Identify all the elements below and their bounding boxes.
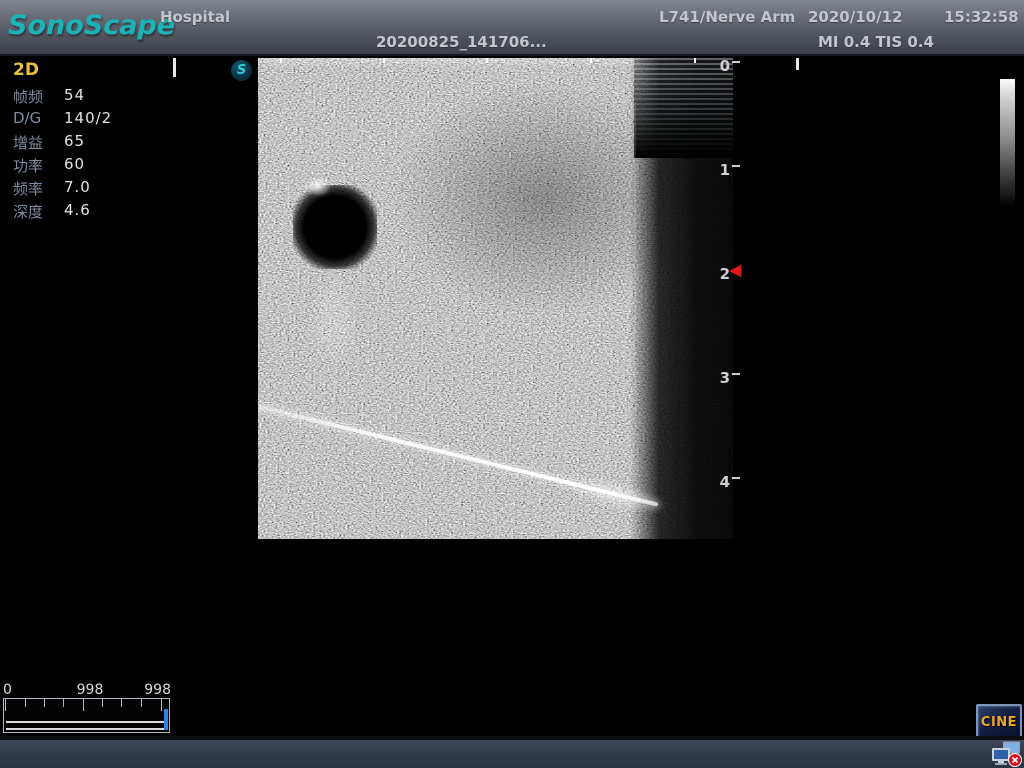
ultrasound-image <box>258 58 733 539</box>
posterior-enhancement <box>308 268 360 373</box>
param-value: 60 <box>64 155 85 173</box>
sonoscape-s-icon: S <box>231 60 252 81</box>
grayscale-bar <box>1000 79 1015 207</box>
depth-label-1: 1 <box>706 161 730 179</box>
exam-date: 2020/10/12 <box>808 8 902 26</box>
scrub-tick <box>25 699 26 707</box>
marker-tick-right <box>796 58 799 70</box>
param-value: 140/2 <box>64 109 112 127</box>
probe-preset: L741/Nerve Arm <box>659 8 795 26</box>
depth-label-3: 3 <box>706 369 730 387</box>
cine-total-frames: 998 <box>137 682 171 698</box>
scrub-tick <box>83 699 84 711</box>
depth-label-4: 4 <box>706 473 730 491</box>
depth-label-2: 2 <box>706 265 730 283</box>
sonoscape-logo: SonoScape <box>8 10 175 41</box>
cine-scrubber-track[interactable] <box>3 698 170 733</box>
param-row-gain: 增益 65 <box>13 132 183 154</box>
param-value: 4.6 <box>64 201 91 219</box>
param-row-dynamic-range: D/G 140/2 <box>13 109 183 131</box>
anechoic-vessel <box>293 185 377 269</box>
param-value: 7.0 <box>64 178 91 196</box>
scrub-tick <box>161 699 162 711</box>
param-label: 增益 <box>13 132 43 153</box>
cine-button[interactable]: CINE <box>976 704 1022 740</box>
focus-marker-icon <box>729 265 741 277</box>
vessel-wall-echo <box>304 176 332 197</box>
hospital-name: Hospital <box>160 8 230 26</box>
status-bar <box>0 740 1024 768</box>
depth-tick <box>732 477 740 479</box>
scale-tick <box>383 58 385 63</box>
param-row-power: 功率 60 <box>13 155 183 177</box>
param-label: 深度 <box>13 201 43 222</box>
scale-tick <box>590 58 592 63</box>
near-field-band <box>258 58 638 68</box>
exam-time: 15:32:58 <box>944 8 1019 26</box>
scrub-tick <box>63 699 64 707</box>
depth-tick <box>732 373 740 375</box>
cine-start-frame: 0 <box>3 682 12 698</box>
scrub-tick <box>121 699 122 707</box>
param-label: 功率 <box>13 155 43 176</box>
scale-tick <box>694 58 696 63</box>
param-value: 54 <box>64 86 85 104</box>
mode-label-2d: 2D <box>13 60 39 80</box>
param-row-depth: 深度 4.6 <box>13 201 183 223</box>
header-bar: SonoScape Hospital 20200825_141706... L7… <box>0 0 1024 56</box>
scrub-position-handle[interactable] <box>164 709 168 730</box>
param-label: D/G <box>13 109 41 127</box>
param-label: 帧频 <box>13 86 43 107</box>
network-disconnected-icon[interactable] <box>990 741 1022 767</box>
scrub-tick <box>141 699 142 707</box>
exam-id: 20200825_141706... <box>376 33 547 51</box>
depth-tick <box>732 165 740 167</box>
depth-label-0: 0 <box>706 57 730 75</box>
param-value: 65 <box>64 132 85 150</box>
param-row-frame-rate: 帧频 54 <box>13 86 183 108</box>
ultrasound-workstation-screen: SonoScape Hospital 20200825_141706... L7… <box>0 0 1024 768</box>
scale-tick <box>486 58 488 63</box>
faint-vertical-echo <box>634 103 636 393</box>
scrub-rail <box>6 721 167 730</box>
mi-tis-readout: MI 0.4 TIS 0.4 <box>818 33 934 51</box>
scrub-tick <box>102 699 103 707</box>
scrub-tick <box>44 699 45 707</box>
scale-tick <box>280 58 282 63</box>
cine-current-frame: 998 <box>70 682 110 698</box>
depth-tick <box>732 61 740 63</box>
scrub-tick <box>5 699 6 711</box>
marker-tick-left <box>173 58 176 77</box>
param-label: 频率 <box>13 178 43 199</box>
param-row-frequency: 频率 7.0 <box>13 178 183 200</box>
